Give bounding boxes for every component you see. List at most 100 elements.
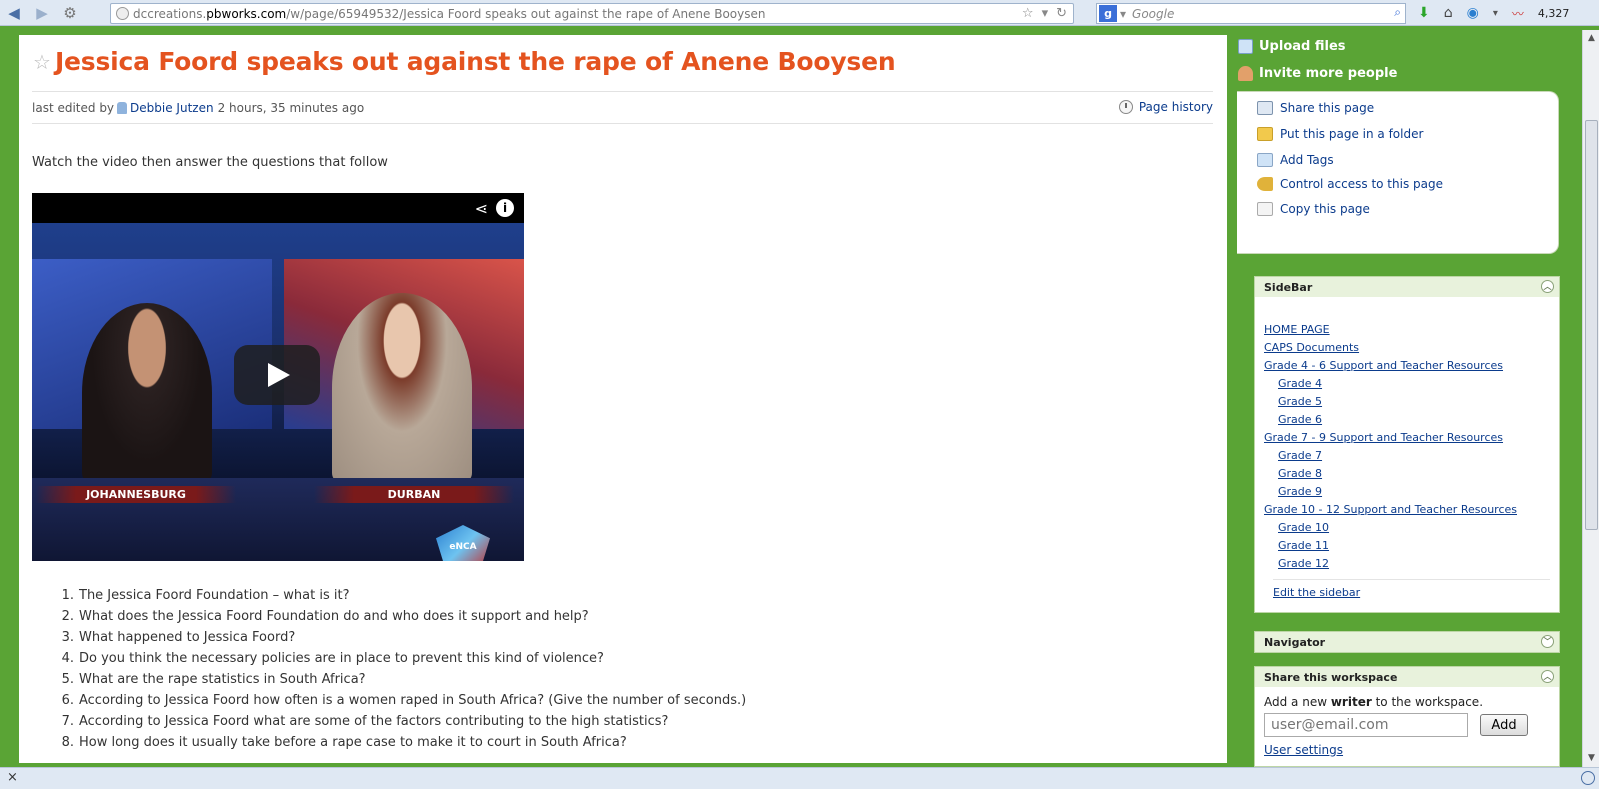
video-player[interactable]: JOHANNESBURG DURBAN eNCA ⋖ i [32,193,524,561]
status-bar: × [0,767,1599,789]
share-page-link[interactable]: Share this page [1257,101,1374,115]
sidebar-links: HOME PAGE CAPS Documents Grade 4 - 6 Sup… [1255,297,1559,599]
sidebar-item-grade-7[interactable]: Grade 7 [1264,449,1550,467]
item-number: 6. [61,693,74,708]
item-number: 8. [61,735,74,750]
upload-icon [1238,39,1253,54]
search-engine-icon[interactable]: g [1099,5,1117,22]
item-text: According to Jessica Foord what are some… [79,714,669,729]
back-icon[interactable]: ◀ [0,0,28,26]
invite-user-icon [1238,66,1253,81]
edit-sidebar-link[interactable]: Edit the sidebar [1273,579,1550,599]
upload-files-link[interactable]: Upload files [1238,33,1548,60]
put-in-folder-label: Put this page in a folder [1280,127,1424,141]
close-icon[interactable]: × [7,770,18,785]
reload-icon[interactable]: ↻ [1056,6,1067,21]
navigator-header[interactable]: Navigator ﹀ [1255,632,1559,652]
play-button[interactable] [234,345,320,405]
bookmark-star-icon[interactable]: ☆ [1022,6,1034,21]
expand-icon[interactable]: ﹀ [1541,635,1554,648]
control-access-link[interactable]: Control access to this page [1257,177,1443,191]
guest-figure [332,293,472,483]
list-item: 2. What does the Jessica Foord Foundation… [55,609,746,630]
folder-icon [1257,127,1273,141]
status-icon[interactable] [1581,771,1595,785]
email-field[interactable] [1264,713,1468,737]
url-dropdown-icon[interactable]: ▾ [1042,6,1049,21]
item-number: 2. [61,609,74,624]
search-bar[interactable]: g ▾ Google ⌕ [1096,3,1406,24]
share-icon[interactable]: ⋖ [475,199,488,218]
share-page-icon [1257,101,1273,115]
item-number: 4. [61,651,74,666]
editor-link[interactable]: Debbie Jutzen [130,101,214,115]
sidebar-item-grade-6[interactable]: Grade 6 [1264,413,1550,431]
list-item: 3. What happened to Jessica Foord? [55,630,746,651]
forward-icon[interactable]: ▶ [28,0,56,26]
share-workspace-title: Share this workspace [1264,670,1398,684]
scrollbar-thumb[interactable] [1585,120,1598,530]
address-bar[interactable]: dccreations. pbworks.com/w/page/65949532/… [110,3,1074,24]
scroll-up-icon[interactable]: ▲ [1586,33,1597,44]
sidebar-item-grade-11[interactable]: Grade 11 [1264,539,1550,557]
user-settings-link[interactable]: User settings [1264,743,1550,757]
site-identity-icon[interactable] [116,7,129,20]
add-button[interactable]: Add [1480,714,1528,736]
edited-ago: 2 hours, 35 minutes ago [217,100,365,115]
navigator-title: Navigator [1264,635,1326,649]
sidebar-item-grade-7-9[interactable]: Grade 7 - 9 Support and Teacher Resource… [1264,431,1550,449]
page-title: Jessica Foord speaks out against the rap… [54,47,896,76]
sidebar-item-grade-10[interactable]: Grade 10 [1264,521,1550,539]
list-item: 7. According to Jessica Foord what are so… [55,714,746,735]
share-page-label: Share this page [1280,101,1375,115]
search-icon[interactable]: ⌕ [1394,5,1401,20]
page-history-link[interactable]: Page history [1118,100,1213,114]
list-item: 4. Do you think the necessary policies ar… [55,651,746,672]
item-number: 5. [61,672,74,687]
sidebar-item-grade-4-6[interactable]: Grade 4 - 6 Support and Teacher Resource… [1264,359,1550,377]
sidebar-item-grade-4[interactable]: Grade 4 [1264,377,1550,395]
collapse-icon[interactable]: ︿ [1541,280,1554,293]
copy-page-link[interactable]: Copy this page [1257,202,1370,216]
sidebar-item-grade-9[interactable]: Grade 9 [1264,485,1550,503]
home-icon[interactable]: ⌂ [1444,5,1453,21]
item-text: According to Jessica Foord how often is … [79,693,747,708]
sidebar-item-home[interactable]: HOME PAGE [1264,323,1550,341]
add-writer-text: Add a new writer to the workspace. [1264,695,1550,709]
key-icon [1257,177,1273,191]
add-tags-link[interactable]: Add Tags [1257,153,1334,167]
sidebar-item-grade-12[interactable]: Grade 12 [1264,557,1550,575]
sidebar-header[interactable]: SideBar ︿ [1255,277,1559,297]
url-path: /w/page/65949532/Jessica Foord speaks ou… [286,6,766,21]
clock-icon [1118,100,1133,114]
info-icon[interactable]: i [496,199,514,217]
item-text: The Jessica Foord Foundation – what is i… [79,588,350,603]
sidebar-item-caps[interactable]: CAPS Documents [1264,341,1550,359]
search-engine-dropdown-icon[interactable]: ▾ [1120,7,1126,21]
share-workspace-widget: Share this workspace ︿ Add a new writer … [1254,666,1560,767]
item-text: What does the Jessica Foord Foundation d… [79,609,589,624]
sidebar-item-grade-10-12[interactable]: Grade 10 - 12 Support and Teacher Resour… [1264,503,1550,521]
invite-people-link[interactable]: Invite more people [1238,60,1548,87]
stats-icon[interactable]: 〰 [1512,5,1524,22]
list-item: 1. The Jessica Foord Foundation – what is… [55,588,746,609]
collapse-icon[interactable]: ︿ [1541,670,1554,683]
share-workspace-header[interactable]: Share this workspace ︿ [1255,667,1559,687]
sidebar-item-grade-8[interactable]: Grade 8 [1264,467,1550,485]
menu-dropdown-icon[interactable]: ▾ [1493,8,1498,19]
vertical-scrollbar[interactable]: ▲ ▼ [1582,30,1599,767]
scroll-down-icon[interactable]: ▼ [1586,753,1597,764]
video-top-bar [32,193,524,223]
page-meta: last edited by Debbie Jutzen 2 hours, 35… [32,91,1213,124]
list-item: 5. What are the rape statistics in South … [55,672,746,693]
favorite-star-icon[interactable]: ☆ [33,50,51,74]
page-history-label: Page history [1138,100,1213,114]
list-item: 6. According to Jessica Foord how often i… [55,693,747,714]
tools-icon[interactable]: ⚙ [56,0,84,26]
download-icon[interactable]: ⬇ [1418,5,1430,21]
put-in-folder-link[interactable]: Put this page in a folder [1257,127,1423,141]
sidebar-item-grade-5[interactable]: Grade 5 [1264,395,1550,413]
globe-icon[interactable]: ◉ [1467,5,1479,21]
item-number: 1. [61,588,74,603]
add-writer-text-after: to the workspace. [1371,695,1484,709]
